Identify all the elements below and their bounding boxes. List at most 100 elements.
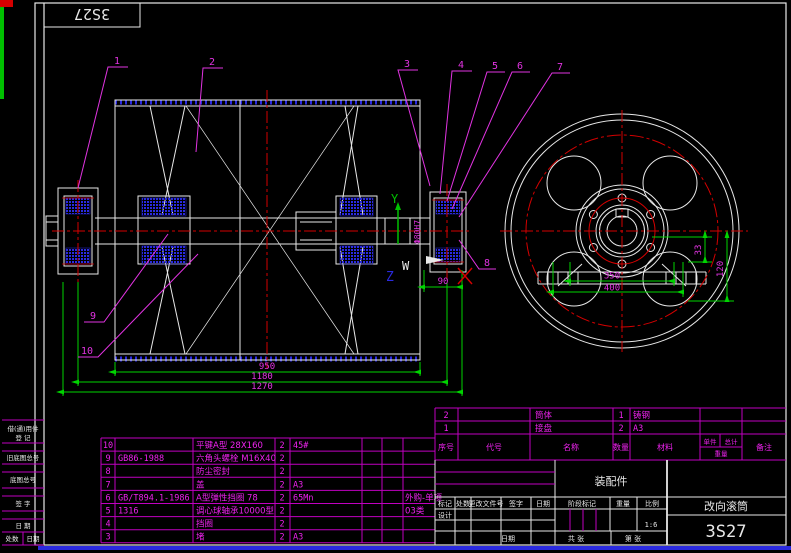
bom-table-left: 10 平键A型 28X160 2 45# 9 GB86-1988 六角头螺栓 M…: [100, 437, 443, 544]
ucs-w-label: W: [402, 259, 410, 273]
sheet-no-label: 第 张: [625, 534, 641, 543]
bom-row-4: 4 挡圈 2: [105, 519, 284, 530]
bom-cell: 9: [105, 454, 110, 464]
bom-header-code: 代号: [486, 442, 502, 452]
dim-shaft-fit: Φ80H7: [413, 220, 422, 244]
dim-1180: 1180: [251, 372, 273, 382]
bom-cell: 1: [443, 424, 448, 434]
strip-master-label: 底图总号: [10, 475, 37, 484]
bom-header-total: 总计: [725, 437, 739, 446]
strip-count-label: 处数: [6, 534, 20, 543]
bom-cell: 7: [105, 480, 110, 490]
callout-8: 8: [484, 258, 490, 269]
bom-cell: 10: [103, 441, 113, 451]
bom-cell: 2: [279, 520, 284, 530]
bom-cell: 03类: [405, 506, 425, 517]
part-type-label: 装配件: [595, 475, 628, 488]
strip-borrow-label: 借(通)用件: [7, 424, 39, 433]
bom-cell: 防尘密封: [196, 466, 231, 477]
bom-cell: 2: [443, 411, 448, 421]
bom-cell: 2: [279, 467, 284, 477]
change-file-label: 更改文件号: [469, 499, 504, 508]
bom-cell: 堵: [196, 532, 205, 543]
dim-350: 350: [604, 272, 620, 282]
strip-date-label: 日 期: [15, 522, 31, 530]
bom-cell: A3: [293, 480, 303, 490]
bom-header-qty: 数量: [613, 442, 629, 452]
bom-cell: 2: [279, 480, 284, 490]
bom-cell: 2: [279, 493, 284, 503]
bom-row-8: 8 防尘密封 2: [105, 466, 284, 477]
bom-cell: 2: [279, 441, 284, 451]
title-block: 装配件 改向滚筒 3S27 标记 处数 更改文件号 签字 日期 设计 日期 阶段…: [434, 460, 786, 545]
bom-cell: 盖: [196, 479, 205, 490]
bom-cell: A3: [633, 424, 643, 434]
callout-3: 3: [404, 59, 410, 70]
bom-cell: 筒体: [535, 410, 553, 421]
bom-cell: 接盘: [535, 423, 553, 434]
dim-90: 90: [438, 277, 449, 287]
change-sign-label: 签字: [509, 499, 523, 508]
callout-7: 7: [557, 62, 563, 73]
dim-120: 120: [716, 261, 726, 277]
callout-2: 2: [209, 57, 215, 68]
dim-400: 400: [604, 284, 620, 294]
bom-cell: 外购-单项: [405, 492, 443, 503]
bom-cell: A3: [293, 533, 303, 543]
bom-cell: 1: [618, 411, 623, 421]
bom-cell: A型弹性挡圈 78: [196, 492, 258, 503]
bom-cell: 6: [105, 493, 110, 503]
bottom-edge-strip: [38, 546, 791, 550]
bom-cell: 2: [279, 454, 284, 464]
bom-cell: 3: [105, 533, 110, 543]
callout-9: 9: [90, 311, 96, 322]
mirrored-label-box: 3S27: [43, 2, 141, 28]
change-mark-label: 标记: [438, 499, 452, 508]
bom-cell: 2: [618, 424, 623, 434]
callout-5: 5: [492, 61, 498, 72]
drawing-sheet: 3S27 借(通)用件 登 记 旧底图总号 底图总号 签 字 日 期 处数 日期: [0, 0, 791, 550]
bom-cell: 2: [279, 507, 284, 517]
mirrored-label: 3S27: [74, 5, 110, 23]
bom-cell: 调心球轴承10000型: [196, 506, 275, 517]
strip-date2-label: 日期: [27, 535, 41, 543]
design-label: 设计: [438, 511, 452, 520]
cad-canvas: 3S27 借(通)用件 登 记 旧底图总号 底图总号 签 字 日 期 处数 日期: [0, 0, 791, 553]
callout-4: 4: [458, 60, 464, 71]
bom-row-7: 7 盖 2 A3: [105, 479, 303, 490]
weight-label: 重量: [616, 500, 630, 508]
sheet-total-label: 共 张: [568, 534, 584, 543]
bom-header-weight: 重量: [715, 450, 729, 458]
strip-sign-label: 签 字: [15, 499, 31, 508]
callout-10: 10: [81, 346, 93, 357]
bom-cell: GB86-1988: [118, 454, 164, 464]
ucs-y-label: Y: [391, 192, 399, 206]
drawing-number: 3S27: [706, 522, 747, 542]
bom-cell: 挡圈: [196, 519, 213, 530]
bom-header-unit: 单件: [704, 437, 718, 446]
bom-cell: GB/T894.1-1986: [118, 493, 190, 503]
bom-cell: 平键A型 28X160: [196, 440, 263, 451]
bom-row-5: 5 1316 调心球轴承10000型 2 03类: [105, 506, 424, 517]
bom-cell: 铸钢: [633, 410, 650, 421]
bom-table-right: 2 筒体 1 铸钢 1 接盘 2 A3 序号 代号 名称 数量 材料 单件 总计…: [434, 407, 786, 461]
dim-1270: 1270: [251, 382, 273, 392]
strip-register-label: 登 记: [15, 433, 31, 442]
callout-1: 1: [114, 56, 120, 67]
drawing-title: 改向滚筒: [704, 499, 748, 513]
bom-cell: 4: [105, 520, 110, 530]
bom-row-2: 2 筒体 1 铸钢: [443, 410, 650, 421]
stage-mark-label: 阶段标记: [568, 499, 596, 508]
side-dimensions: [546, 230, 734, 302]
front-view: 950 1180 1270 90 Φ80H7 Y W Z 1 2 3 4 5 6…: [45, 56, 570, 396]
bom-cell: 8: [105, 467, 110, 477]
bom-cell: 六角头螺栓 M16X40: [196, 453, 276, 464]
scale-value: 1:6: [645, 521, 658, 529]
bom-row-9: 9 GB86-1988 六角头螺栓 M16X40 2: [105, 453, 284, 464]
dim-950: 950: [259, 362, 275, 372]
date-label: 日期: [501, 535, 515, 543]
bom-cell: 5: [105, 507, 110, 517]
bom-cell: 45#: [293, 441, 309, 451]
bom-cell: 65Mn: [293, 493, 313, 503]
ucs-z-label: Z: [386, 270, 394, 285]
